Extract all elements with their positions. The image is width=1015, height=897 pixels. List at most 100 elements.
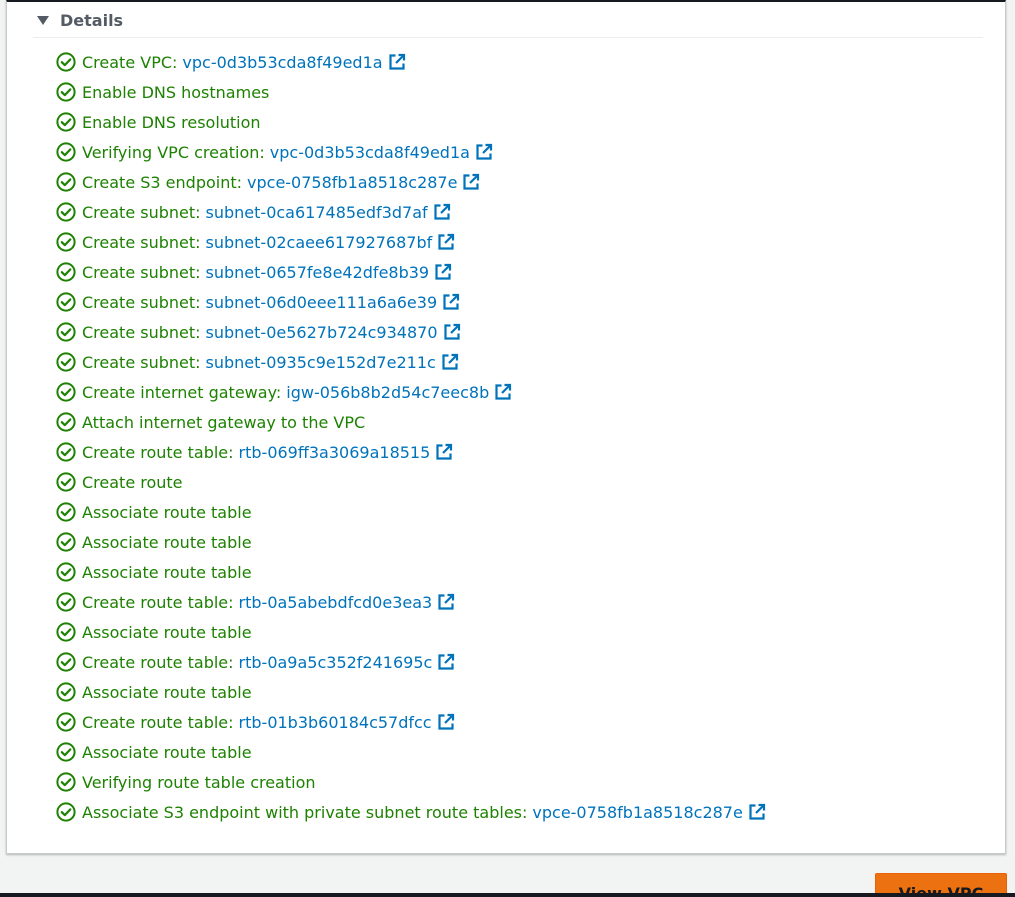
resource-id-link[interactable]: subnet-02caee617927687bf (206, 233, 433, 252)
check-circle-icon (56, 142, 76, 162)
step-item: Create route table: rtb-0a5abebdfcd0e3ea3 (56, 587, 766, 617)
resource-id-link[interactable]: subnet-06d0eee111a6a6e39 (206, 293, 438, 312)
resource-id-link[interactable]: rtb-0a9a5c352f241695c (239, 653, 433, 672)
check-circle-icon (56, 592, 76, 612)
step-item: Create subnet: subnet-02caee617927687bf (56, 227, 766, 257)
step-label: Create route table: (82, 712, 234, 732)
step-item: Associate route table (56, 737, 766, 767)
resource-id-link[interactable]: subnet-0ca617485edf3d7af (206, 203, 428, 222)
step-label: Create subnet: (82, 292, 201, 312)
external-link-icon[interactable] (388, 53, 406, 71)
resource-id-link[interactable]: vpce-0758fb1a8518c287e (247, 173, 457, 192)
external-link-icon[interactable] (437, 653, 455, 671)
resource-id-link[interactable]: rtb-0a5abebdfcd0e3ea3 (239, 593, 433, 612)
check-circle-icon (56, 262, 76, 282)
check-circle-icon (56, 682, 76, 702)
check-circle-icon (56, 382, 76, 402)
step-item: Create route table: rtb-069ff3a3069a18515 (56, 437, 766, 467)
step-list: Create VPC: vpc-0d3b53cda8f49ed1a Enable D… (56, 47, 766, 827)
step-label: Create route table: (82, 652, 234, 672)
external-link-icon[interactable] (442, 293, 460, 311)
resource-id-link[interactable]: subnet-0657fe8e42dfe8b39 (206, 263, 430, 282)
step-item: Attach internet gateway to the VPC (56, 407, 766, 437)
step-label: Associate route table (82, 502, 252, 522)
check-circle-icon (56, 322, 76, 342)
step-item: Create subnet: subnet-0935c9e152d7e211c (56, 347, 766, 377)
check-circle-icon (56, 232, 76, 252)
step-item: Verifying VPC creation: vpc-0d3b53cda8f49… (56, 137, 766, 167)
step-label: Create internet gateway: (82, 382, 282, 402)
external-link-icon[interactable] (748, 803, 766, 821)
step-label: Create route table: (82, 442, 234, 462)
step-label: Enable DNS resolution (82, 112, 261, 132)
external-link-icon[interactable] (441, 353, 459, 371)
check-circle-icon (56, 802, 76, 822)
resource-id-link[interactable]: subnet-0935c9e152d7e211c (206, 353, 436, 372)
resource-id-link[interactable]: igw-056b8b2d54c7eec8b (286, 383, 489, 402)
step-label: Enable DNS hostnames (82, 82, 270, 102)
step-item: Create VPC: vpc-0d3b53cda8f49ed1a (56, 47, 766, 77)
check-circle-icon (56, 292, 76, 312)
external-link-icon[interactable] (494, 383, 512, 401)
step-item: Associate route table (56, 617, 766, 647)
external-link-icon[interactable] (462, 173, 480, 191)
external-link-icon[interactable] (475, 143, 493, 161)
resource-id-link[interactable]: rtb-069ff3a3069a18515 (239, 443, 431, 462)
details-panel: Details Create VPC: vpc-0d3b53cda8f49ed1a… (6, 0, 1006, 854)
check-circle-icon (56, 472, 76, 492)
step-item: Create route table: rtb-01b3b60184c57dfcc (56, 707, 766, 737)
step-label: Create route (82, 472, 183, 492)
step-item: Create subnet: subnet-0ca617485edf3d7af (56, 197, 766, 227)
check-circle-icon (56, 202, 76, 222)
step-label: Verifying route table creation (82, 772, 316, 792)
step-item: Verifying route table creation (56, 767, 766, 797)
resource-id-link[interactable]: vpc-0d3b53cda8f49ed1a (270, 143, 470, 162)
check-circle-icon (56, 172, 76, 192)
step-label: Create subnet: (82, 262, 201, 282)
check-circle-icon (56, 82, 76, 102)
external-link-icon[interactable] (433, 203, 451, 221)
external-link-icon[interactable] (434, 263, 452, 281)
step-item: Enable DNS hostnames (56, 77, 766, 107)
step-item: Associate route table (56, 527, 766, 557)
resource-id-link[interactable]: vpce-0758fb1a8518c287e (532, 803, 742, 822)
check-circle-icon (56, 772, 76, 792)
external-link-icon[interactable] (443, 323, 461, 341)
check-circle-icon (56, 712, 76, 732)
step-item: Associate S3 endpoint with private subne… (56, 797, 766, 827)
step-label: Create subnet: (82, 352, 201, 372)
external-link-icon[interactable] (437, 713, 455, 731)
step-label: Associate route table (82, 562, 252, 582)
check-circle-icon (56, 502, 76, 522)
step-label: Verifying VPC creation: (82, 142, 265, 162)
step-label: Associate S3 endpoint with private subne… (82, 802, 528, 822)
external-link-icon[interactable] (437, 233, 455, 251)
step-item: Associate route table (56, 497, 766, 527)
step-label: Associate route table (82, 532, 252, 552)
check-circle-icon (56, 652, 76, 672)
step-item: Create subnet: subnet-0657fe8e42dfe8b39 (56, 257, 766, 287)
resource-id-link[interactable]: rtb-01b3b60184c57dfcc (239, 713, 432, 732)
step-item: Create subnet: subnet-06d0eee111a6a6e39 (56, 287, 766, 317)
bottom-bar (0, 893, 1015, 897)
details-title: Details (60, 10, 124, 30)
step-item: Create subnet: subnet-0e5627b724c934870 (56, 317, 766, 347)
external-link-icon[interactable] (437, 593, 455, 611)
check-circle-icon (56, 562, 76, 582)
step-label: Create subnet: (82, 202, 201, 222)
step-item: Create route (56, 467, 766, 497)
step-label: Create subnet: (82, 322, 201, 342)
details-expander[interactable]: Details (37, 8, 123, 32)
resource-id-link[interactable]: vpc-0d3b53cda8f49ed1a (182, 53, 382, 72)
check-circle-icon (56, 412, 76, 432)
external-link-icon[interactable] (435, 443, 453, 461)
check-circle-icon (56, 622, 76, 642)
step-label: Create S3 endpoint: (82, 172, 243, 192)
check-circle-icon (56, 52, 76, 72)
step-item: Create internet gateway: igw-056b8b2d54c7… (56, 377, 766, 407)
step-label: Associate route table (82, 742, 252, 762)
resource-id-link[interactable]: subnet-0e5627b724c934870 (206, 323, 438, 342)
step-item: Associate route table (56, 677, 766, 707)
step-label: Create subnet: (82, 232, 201, 252)
check-circle-icon (56, 112, 76, 132)
